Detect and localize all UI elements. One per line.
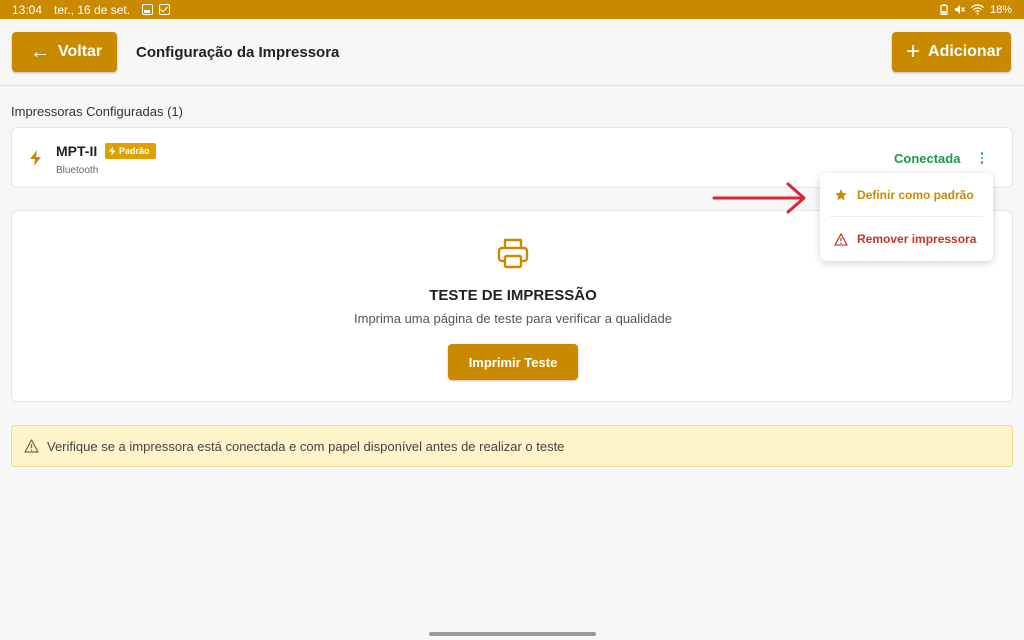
status-badge: Conectada xyxy=(894,151,961,166)
default-badge: Padrão xyxy=(105,143,156,159)
image-icon xyxy=(142,4,154,15)
print-test-button[interactable]: Imprimir Teste xyxy=(448,344,578,380)
warning-banner: Verifique se a impressora está conectada… xyxy=(11,425,1013,467)
mute-icon xyxy=(954,5,965,14)
wifi-icon xyxy=(971,4,984,15)
warning-icon xyxy=(834,232,848,246)
bolt-icon xyxy=(109,146,116,156)
menu-item-set-default[interactable]: Definir como padrão xyxy=(820,173,993,217)
status-bar-left: 13:04 ter., 16 de set. xyxy=(12,2,171,17)
annotation-arrow-icon xyxy=(712,182,806,214)
status-date: ter., 16 de set. xyxy=(54,2,131,17)
warning-icon xyxy=(24,439,39,453)
back-button[interactable]: ← Voltar xyxy=(12,32,117,72)
battery-icon xyxy=(940,4,948,15)
bolt-icon xyxy=(30,150,41,166)
add-button-label: Adicionar xyxy=(928,43,1002,60)
plus-icon: + xyxy=(906,38,921,65)
add-button[interactable]: + Adicionar xyxy=(892,32,1011,72)
menu-item-remove-printer[interactable]: Remover impressora xyxy=(820,217,993,261)
section-label: Impressoras Configuradas (1) xyxy=(11,104,183,119)
menu-item-label: Remover impressora xyxy=(857,232,977,246)
printer-icon xyxy=(497,238,529,269)
default-badge-label: Padrão xyxy=(119,146,150,156)
printer-options-menu: Definir como padrão Remover impressora xyxy=(820,173,993,261)
more-options-icon[interactable] xyxy=(976,148,988,168)
status-bar: 13:04 ter., 16 de set. 18% xyxy=(0,0,1024,19)
home-indicator[interactable] xyxy=(429,632,596,636)
app-header: ← Voltar Configuração da Impressora + Ad… xyxy=(0,19,1024,86)
menu-item-label: Definir como padrão xyxy=(857,188,974,202)
star-icon xyxy=(835,189,847,201)
status-bar-right: 18% xyxy=(940,4,1012,16)
printer-type: Bluetooth xyxy=(56,165,99,176)
arrow-left-icon: ← xyxy=(30,41,50,63)
printer-name: MPT-II xyxy=(56,143,98,159)
battery-level: 18% xyxy=(989,3,1012,16)
status-time: 13:04 xyxy=(12,2,43,17)
check-icon xyxy=(159,4,171,15)
page-title: Configuração da Impressora xyxy=(136,44,340,61)
test-subtitle: Imprima uma página de teste para verific… xyxy=(354,311,672,326)
back-button-label: Voltar xyxy=(58,43,103,60)
warning-text: Verifique se a impressora está conectada… xyxy=(47,438,565,454)
test-title: TESTE DE IMPRESSÃO xyxy=(429,287,597,304)
